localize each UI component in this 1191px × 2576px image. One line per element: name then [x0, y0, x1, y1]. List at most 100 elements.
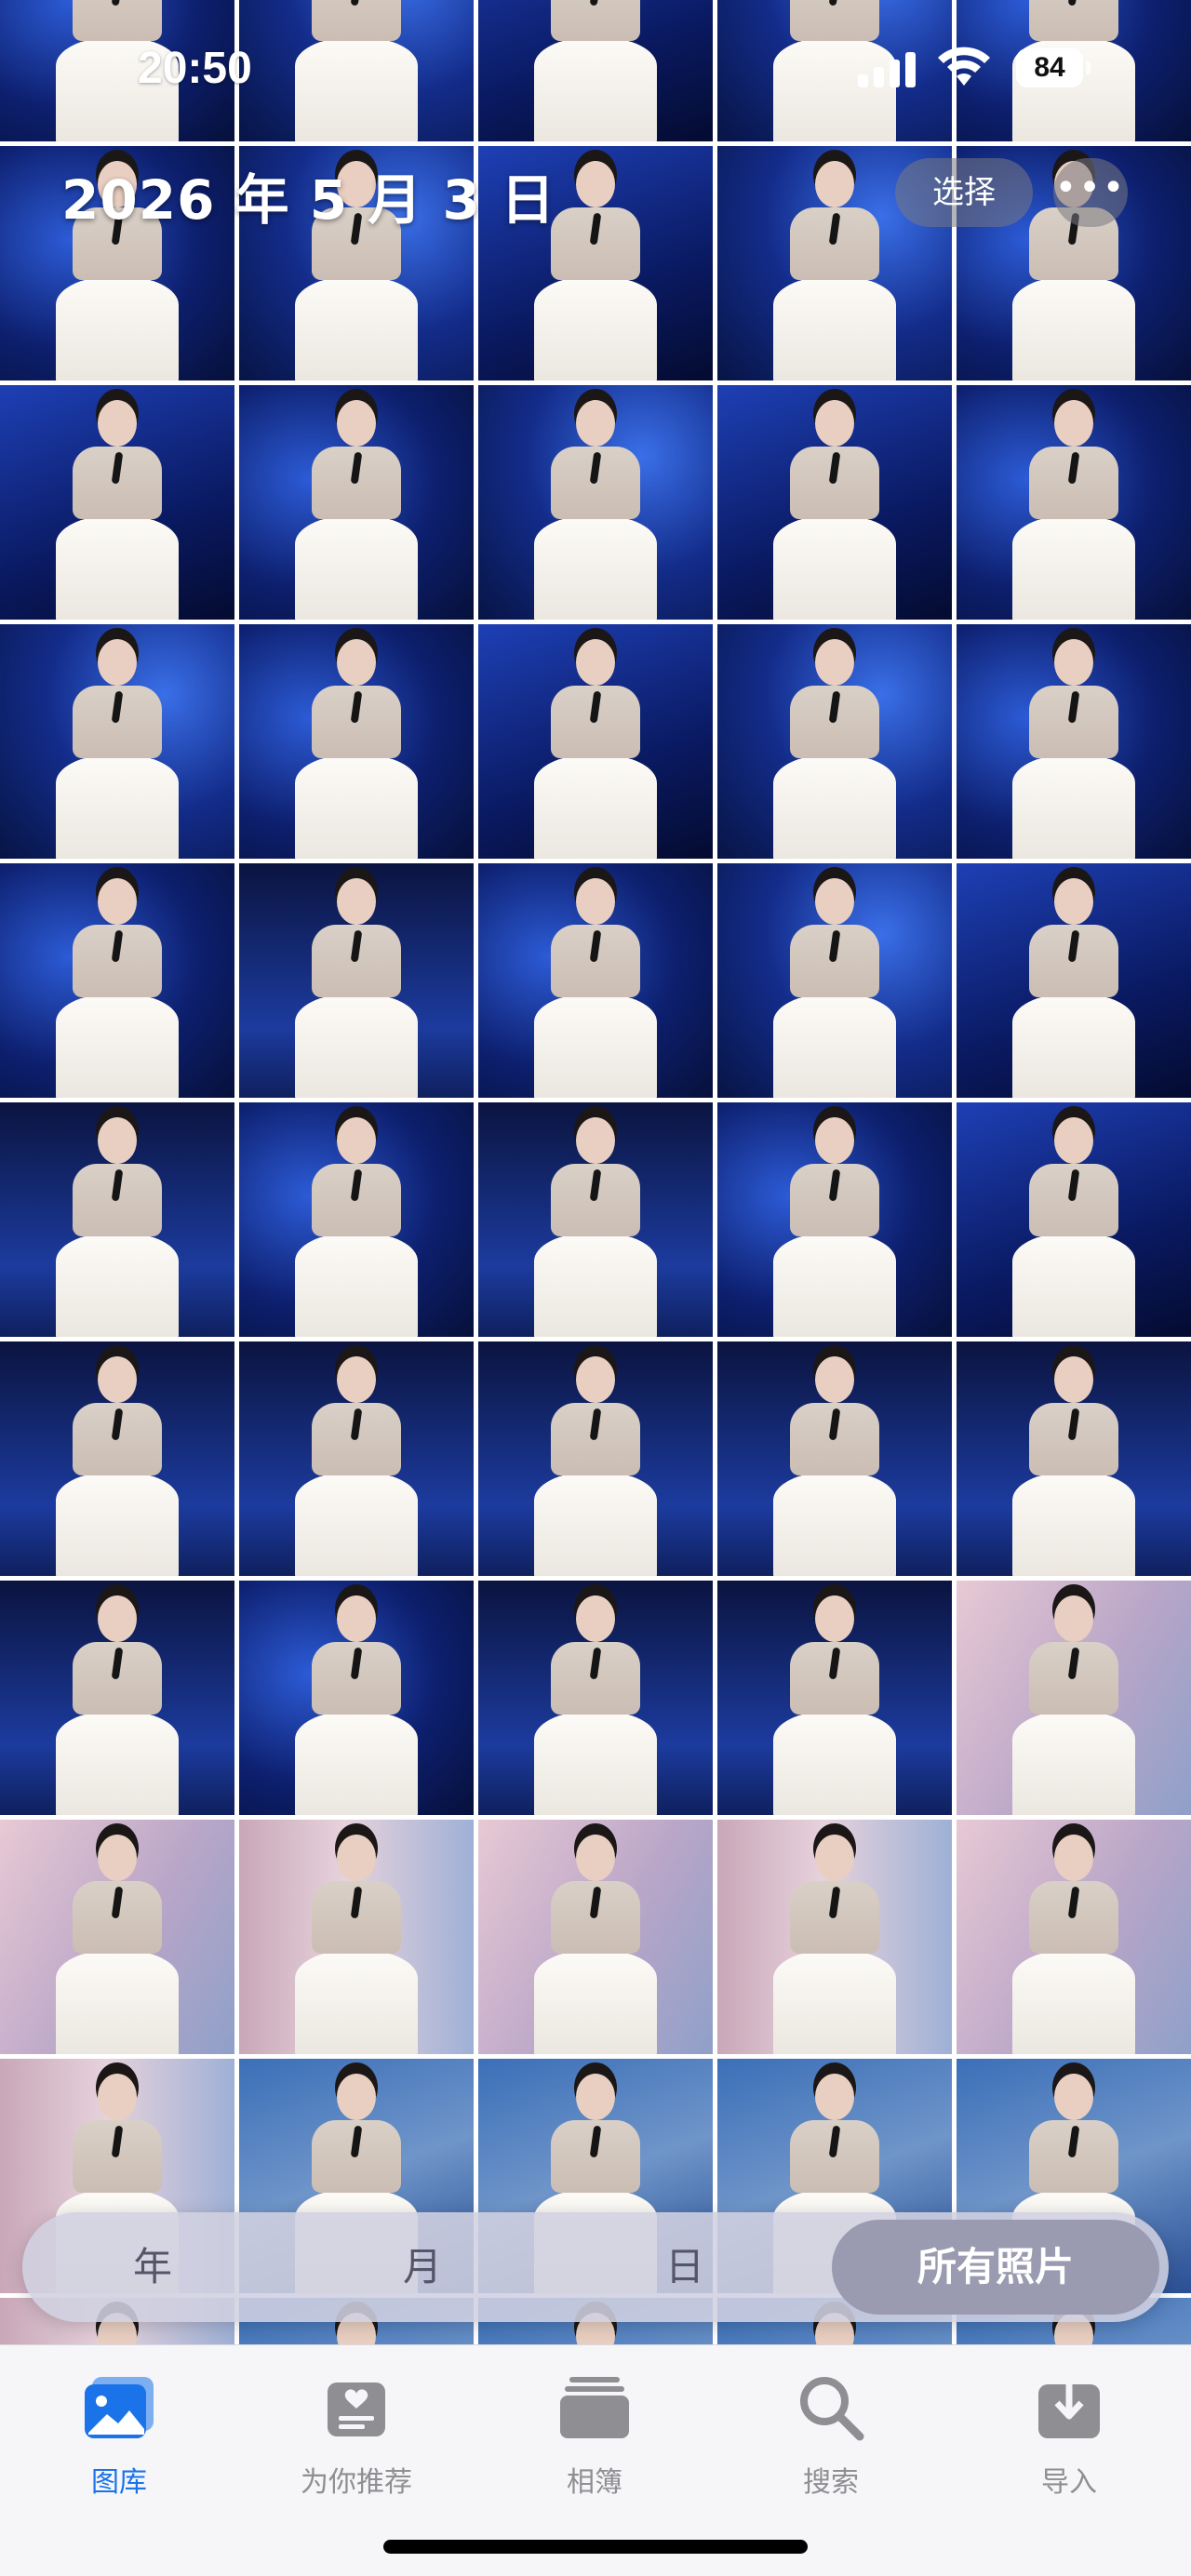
performer-head	[576, 1117, 615, 1164]
performer-head	[815, 1117, 854, 1164]
performer-skirt	[773, 1233, 896, 1337]
photo-thumbnail[interactable]	[478, 1820, 713, 2054]
photo-thumbnail[interactable]	[239, 1820, 474, 2054]
performer-skirt	[1012, 1950, 1135, 2054]
for-you-icon	[328, 2382, 385, 2436]
photo-thumbnail[interactable]	[478, 1102, 713, 1337]
segment-all-photos[interactable]: 所有照片	[832, 2220, 1159, 2315]
segment-day[interactable]: 日	[592, 2212, 778, 2322]
photo-thumbnail[interactable]	[478, 1341, 713, 1576]
photo-thumbnail[interactable]	[717, 863, 952, 1098]
performer-skirt	[534, 1950, 657, 2054]
tab-albums[interactable]: 相簿	[525, 2364, 664, 2503]
performer-skirt	[773, 276, 896, 380]
performer-skirt	[773, 994, 896, 1098]
more-options-button[interactable]: •••	[1053, 158, 1128, 227]
performer-head	[98, 1835, 137, 1881]
photo-thumbnail[interactable]	[478, 1581, 713, 1815]
performer-skirt	[773, 1472, 896, 1576]
tab-search[interactable]: 搜索	[761, 2364, 901, 2503]
photo-thumbnail[interactable]	[239, 624, 474, 859]
photo-thumbnail[interactable]	[478, 624, 713, 859]
photo-thumbnail[interactable]	[717, 1820, 952, 2054]
performer-head	[337, 1117, 376, 1164]
performer-skirt	[534, 1472, 657, 1576]
tab-import[interactable]: 导入	[999, 2364, 1139, 2503]
cellular-signal-icon	[858, 50, 921, 87]
performer-head	[337, 1835, 376, 1881]
photo-thumbnail[interactable]	[717, 1102, 952, 1337]
performer-skirt	[1012, 994, 1135, 1098]
performer-skirt	[534, 994, 657, 1098]
photo-thumbnail[interactable]	[0, 1102, 234, 1337]
segment-month[interactable]: 月	[329, 2212, 515, 2322]
tab-search-label: 搜索	[803, 2466, 859, 2499]
photo-thumbnail[interactable]	[0, 1341, 234, 1576]
tab-library[interactable]: 图库	[49, 2364, 189, 2503]
photo-thumbnail[interactable]	[478, 385, 713, 620]
performer-head	[1054, 2074, 1093, 2120]
import-icon	[1038, 2377, 1100, 2438]
performer-head	[576, 161, 615, 207]
performer-skirt	[295, 1233, 418, 1337]
performer-skirt	[56, 1472, 179, 1576]
performer-skirt	[295, 276, 418, 380]
performer-skirt	[1012, 276, 1135, 380]
photo-thumbnail[interactable]	[0, 624, 234, 859]
performer-head	[337, 2074, 376, 2120]
performer-skirt	[1012, 515, 1135, 620]
photo-thumbnail[interactable]	[239, 863, 474, 1098]
photo-thumbnail[interactable]	[957, 1341, 1191, 1576]
performer-head	[576, 1835, 615, 1881]
photo-library-icon	[85, 2377, 154, 2438]
photo-thumbnail[interactable]	[478, 863, 713, 1098]
photo-thumbnail[interactable]	[239, 1102, 474, 1337]
status-time: 20:50	[138, 44, 252, 93]
performer-skirt	[56, 1950, 179, 2054]
photo-thumbnail[interactable]	[717, 624, 952, 859]
performer-skirt	[534, 1711, 657, 1815]
photo-thumbnail[interactable]	[957, 624, 1191, 859]
photo-thumbnail[interactable]	[239, 1581, 474, 1815]
photo-thumbnail[interactable]	[717, 1341, 952, 1576]
performer-skirt	[773, 1950, 896, 2054]
photo-thumbnail[interactable]	[957, 1820, 1191, 2054]
performer-head	[815, 1835, 854, 1881]
photo-thumbnail[interactable]	[957, 385, 1191, 620]
performer-head	[1054, 400, 1093, 447]
view-segmented-control: 年 月 日 所有照片	[22, 2212, 1169, 2322]
home-indicator	[383, 2540, 808, 2554]
photo-thumbnail[interactable]	[0, 385, 234, 620]
performer-head	[815, 639, 854, 686]
segment-year[interactable]: 年	[60, 2212, 246, 2322]
performer-head	[1054, 878, 1093, 925]
tab-for-you[interactable]: 为你推荐	[287, 2364, 426, 2503]
performer-head	[98, 400, 137, 447]
select-button[interactable]: 选择	[895, 158, 1033, 227]
photo-thumbnail[interactable]	[957, 1581, 1191, 1815]
performer-skirt	[1012, 1711, 1135, 1815]
performer-head	[1054, 1595, 1093, 1642]
performer-head	[337, 400, 376, 447]
performer-head	[1054, 1117, 1093, 1164]
photo-thumbnail[interactable]	[0, 863, 234, 1098]
photo-thumbnail[interactable]	[957, 863, 1191, 1098]
photo-thumbnail[interactable]	[0, 1581, 234, 1815]
performer-head	[337, 1356, 376, 1403]
performer-skirt	[56, 994, 179, 1098]
photo-thumbnail[interactable]	[717, 385, 952, 620]
photo-thumbnail[interactable]	[0, 1820, 234, 2054]
performer-head	[576, 1356, 615, 1403]
performer-head	[576, 1595, 615, 1642]
performer-skirt	[534, 1233, 657, 1337]
performer-skirt	[295, 1472, 418, 1576]
performer-head	[815, 161, 854, 207]
tab-for-you-label: 为你推荐	[301, 2466, 412, 2499]
photo-thumbnail[interactable]	[239, 385, 474, 620]
performer-head	[815, 2074, 854, 2120]
photo-thumbnail[interactable]	[957, 1102, 1191, 1337]
status-bar: 20:50 84	[0, 0, 1191, 140]
photo-thumbnail[interactable]	[239, 1341, 474, 1576]
performer-head	[98, 1595, 137, 1642]
photo-thumbnail[interactable]	[717, 1581, 952, 1815]
